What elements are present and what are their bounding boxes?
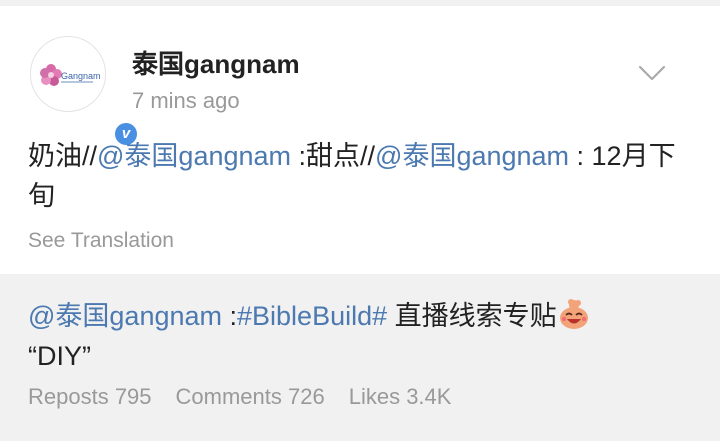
- post-content: 奶油//@泰国gangnam :甜点//@泰国gangnam : 12月下旬: [28, 136, 698, 216]
- post-text: 奶油//: [28, 141, 98, 171]
- repost-body: 直播线索专贴: [387, 301, 557, 331]
- reposts-count[interactable]: Reposts 795: [28, 384, 152, 410]
- mention-link[interactable]: @泰国gangnam: [375, 141, 569, 171]
- laughing-emoji-icon: [559, 299, 588, 329]
- post-timestamp: 7 mins ago: [132, 88, 240, 113]
- mention-link[interactable]: @泰国gangnam: [97, 141, 291, 171]
- post-text: :甜点//: [291, 141, 376, 171]
- chevron-down-icon[interactable]: [638, 64, 666, 82]
- avatar[interactable]: Gangnam v: [30, 36, 139, 147]
- gangnam-logo-icon: Gangnam: [40, 64, 101, 86]
- engagement-stats: Reposts 795 Comments 726 Likes 3.4K: [28, 384, 451, 410]
- comments-count[interactable]: Comments 726: [176, 384, 325, 410]
- avatar-logo-text: Gangnam: [61, 71, 101, 81]
- reposted-content[interactable]: @泰国gangnam :#BibleBuild# 直播线索专贴 “DIY” Re…: [0, 274, 720, 441]
- post-card: Gangnam v 泰国gangnam 7 mins ago 奶油//@泰国ga…: [0, 6, 720, 274]
- likes-count[interactable]: Likes 3.4K: [349, 384, 452, 410]
- mention-link[interactable]: @泰国gangnam: [28, 301, 222, 331]
- repost-text: @泰国gangnam :#BibleBuild# 直播线索专贴 “DIY”: [28, 296, 698, 376]
- username[interactable]: 泰国gangnam: [132, 44, 300, 81]
- repost-line2: “DIY”: [28, 341, 91, 371]
- see-translation-link[interactable]: See Translation: [28, 229, 174, 253]
- repost-separator: :: [222, 301, 238, 331]
- hashtag-link[interactable]: #BibleBuild#: [237, 301, 387, 331]
